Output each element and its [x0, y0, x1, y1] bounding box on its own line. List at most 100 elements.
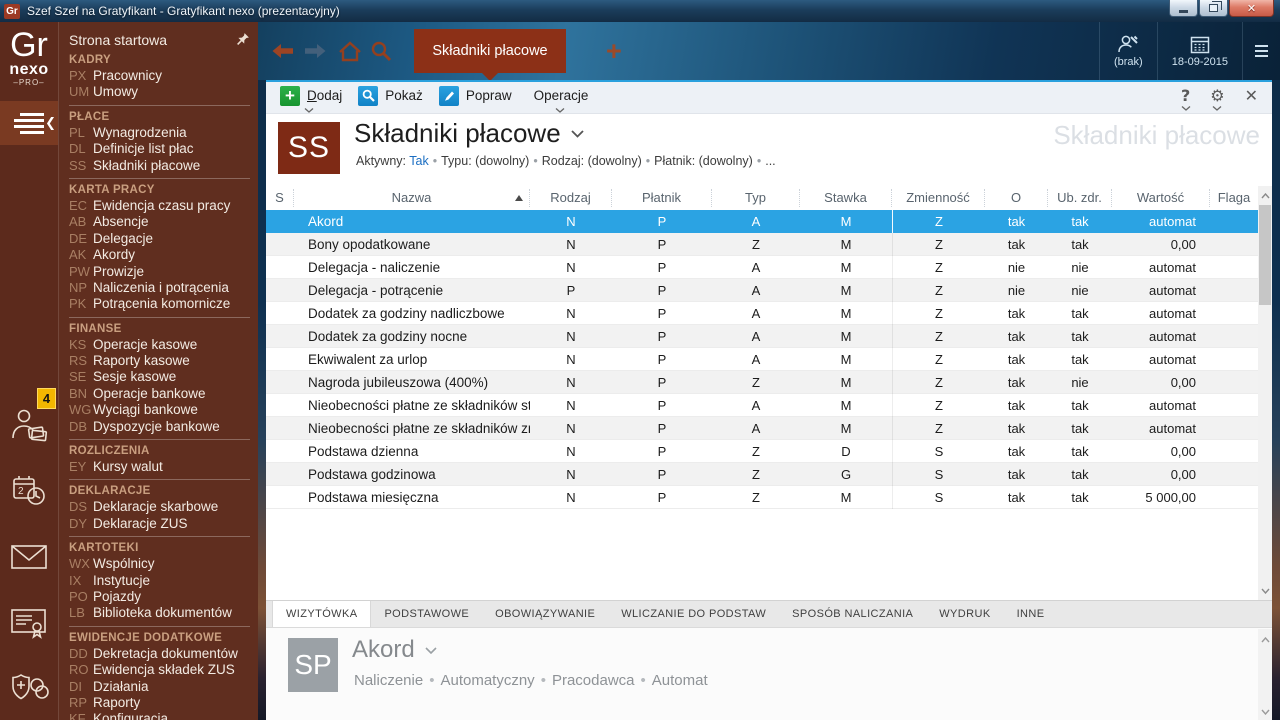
close-view-button[interactable]: ✕ — [1245, 86, 1258, 109]
column-header-typ[interactable]: Typ — [712, 189, 800, 207]
popraw-button[interactable]: Popraw — [433, 82, 522, 114]
column-header-o[interactable]: O — [985, 189, 1048, 207]
filter-value[interactable]: Tak — [409, 154, 428, 168]
sidebar-item-delegacje[interactable]: DE Delegacje — [69, 231, 250, 247]
detail-scroll-down-icon[interactable] — [1258, 704, 1272, 719]
menu-collapse-button[interactable]: ❮ — [0, 101, 58, 145]
sidebar-item-dzia-ania[interactable]: DI Działania — [69, 679, 250, 695]
sidebar-item-kursy-walut[interactable]: EY Kursy walut — [69, 459, 250, 475]
table-row-dodatek-za-godziny-nadliczbowe[interactable]: Dodatek za godziny nadliczbowe N P A M Ztak ta… — [266, 301, 1258, 325]
column-header-wartosc[interactable]: Wartość — [1112, 189, 1210, 207]
help-button[interactable]: ? — [1181, 86, 1190, 111]
table-row-delegacja-naliczenie[interactable]: Delegacja - naliczenie N P A M Znie nie automat — [266, 255, 1258, 279]
sidebar-item-home[interactable]: Strona startowa — [69, 29, 250, 50]
sidebar-item-dekretacja-dokumentow[interactable]: DD Dekretacja dokumentów — [69, 646, 250, 662]
detail-chevron-icon[interactable] — [425, 646, 437, 654]
title-chevron-icon[interactable] — [571, 129, 584, 138]
column-header-zmiennosc[interactable]: Zmienność — [892, 189, 985, 207]
sidebar-item-wspolnicy[interactable]: WX Wspólnicy — [69, 556, 250, 572]
detail-scrollbar[interactable] — [1258, 629, 1272, 720]
sidebar-item-operacje-kasowe[interactable]: KS Operacje kasowe — [69, 337, 250, 353]
tab-wydruk[interactable]: WYDRUK — [926, 601, 1003, 627]
sidebar-item-operacje-bankowe[interactable]: BN Operacje bankowe — [69, 386, 250, 402]
sidebar-item-naliczenia-i-potra-cenia[interactable]: NP Naliczenia i potrącenia — [69, 280, 250, 296]
app-menu-button[interactable] — [1242, 22, 1280, 80]
tab-skladniki-placowe[interactable]: Składniki płacowe — [414, 29, 566, 81]
home-button[interactable] — [338, 40, 362, 62]
sidebar-item-sesje-kasowe[interactable]: SE Sesje kasowe — [69, 369, 250, 385]
table-row-podstawa-godzinowa[interactable]: Podstawa godzinowa N P Z G Stak tak 0,00 — [266, 462, 1258, 486]
table-row-bony-opodatkowane[interactable]: Bony opodatkowane N P Z M Ztak tak 0,00 — [266, 232, 1258, 256]
column-header-nazwa[interactable]: Nazwa — [294, 189, 530, 207]
sidebar-item-absencje[interactable]: AB Absencje — [69, 214, 250, 230]
tab-inne[interactable]: INNE — [1004, 601, 1058, 627]
sidebar-item-potra-cenia-komornicze[interactable]: PK Potrącenia komornicze — [69, 296, 250, 312]
table-row-dodatek-za-godziny-nocne[interactable]: Dodatek za godziny nocne N P A M Ztak tak autom… — [266, 324, 1258, 348]
sidebar-item-umowy[interactable]: UM Umowy — [69, 84, 250, 100]
table-row-podstawa-miesie-czna[interactable]: Podstawa miesięczna N P Z M Stak tak 5 000,00 — [266, 485, 1258, 509]
scroll-down-icon[interactable] — [1258, 583, 1272, 598]
table-row-nieobecnosci-p-atne-ze-sk-adnikow-zmie[interactable]: Nieobecności płatne ze składników zmie..… — [266, 416, 1258, 440]
column-header-ub-zdr[interactable]: Ub. zdr. — [1048, 189, 1112, 207]
column-header-stawka[interactable]: Stawka — [800, 189, 892, 207]
dodaj-button[interactable]: + Dodaj — [274, 82, 352, 114]
close-button[interactable]: ✕ — [1229, 0, 1274, 17]
declarations-button[interactable] — [0, 590, 58, 656]
sidebar-item-instytucje[interactable]: IX Instytucje — [69, 573, 250, 589]
column-header-p-atnik[interactable]: Płatnik — [612, 189, 712, 207]
sidebar-item-ewidencja-czasu-pracy[interactable]: EC Ewidencja czasu pracy — [69, 198, 250, 214]
restore-button[interactable] — [1199, 0, 1228, 17]
detail-scroll-up-icon[interactable] — [1258, 632, 1272, 647]
sidebar-item-raporty-kasowe[interactable]: RS Raporty kasowe — [69, 353, 250, 369]
table-row-podstawa-dzienna[interactable]: Podstawa dzienna N P Z D Stak tak 0,00 — [266, 439, 1258, 463]
tab-podstawowe[interactable]: PODSTAWOWE — [371, 601, 482, 627]
table-row-nagroda-jubileuszowa-400[interactable]: Nagroda jubileuszowa (400%) N P Z M Ztak nie 0,… — [266, 370, 1258, 394]
sidebar-item-dyspozycje-bankowe[interactable]: DB Dyspozycje bankowe — [69, 419, 250, 435]
sidebar-item-akordy[interactable]: AK Akordy — [69, 247, 250, 263]
sidebar-item-ewidencja-sk-adek-zus[interactable]: RO Ewidencja składek ZUS — [69, 662, 250, 678]
scroll-up-icon[interactable] — [1258, 188, 1272, 203]
column-header-s[interactable]: S — [266, 189, 294, 207]
column-header-flaga[interactable]: Flaga — [1210, 189, 1258, 207]
tab-sposob-naliczania[interactable]: SPOSÓB NALICZANIA — [779, 601, 926, 627]
mail-button[interactable] — [0, 524, 58, 590]
sidebar-item-deklaracje-skarbowe[interactable]: DS Deklaracje skarbowe — [69, 499, 250, 515]
sidebar-item-konfiguracja[interactable]: KF Konfiguracja — [69, 711, 250, 720]
sidebar-item-biblioteka-dokumentow[interactable]: LB Biblioteka dokumentów — [69, 605, 250, 621]
sidebar-item-wynagrodzenia[interactable]: PL Wynagrodzenia — [69, 125, 250, 141]
pokaz-button[interactable]: Pokaż — [352, 82, 433, 114]
table-row-nieobecnosci-p-atne-ze-sk-adnikow-sta-y[interactable]: Nieobecności płatne ze składników stały.… — [266, 393, 1258, 417]
table-scrollbar[interactable] — [1258, 186, 1272, 600]
sidebar-item-wycia-gi-bankowe[interactable]: WG Wyciągi bankowe — [69, 402, 250, 418]
search-button[interactable] — [370, 40, 392, 62]
minimize-button[interactable] — [1169, 0, 1198, 17]
work-date-button[interactable]: 18-09-2015 — [1156, 22, 1242, 80]
sidebar-item-pracownicy[interactable]: PX Pracownicy — [69, 68, 250, 84]
sidebar-item-definicje-list-p-ac[interactable]: DL Definicje list płac — [69, 141, 250, 157]
column-header-rodzaj[interactable]: Rodzaj — [530, 189, 612, 207]
scrollbar-thumb[interactable] — [1259, 205, 1271, 305]
employees-payroll-button[interactable]: 4 — [0, 388, 58, 458]
sidebar-item-sk-adniki-p-acowe[interactable]: SS Składniki płacowe — [69, 158, 250, 174]
back-button[interactable] — [272, 43, 294, 59]
module-icons: 4 2 — [0, 388, 58, 720]
table-row-akord[interactable]: Akord N P A M Ztak tak automat — [266, 210, 1258, 233]
forward-button[interactable] — [304, 43, 326, 59]
table-row-ekwiwalent-za-urlop[interactable]: Ekwiwalent za urlop N P A M Ztak tak automat — [266, 347, 1258, 371]
tab-wizytowka[interactable]: WIZYTÓWKA — [272, 601, 372, 627]
operacje-button[interactable]: Operacje — [522, 82, 599, 114]
sidebar-item-raporty[interactable]: RP Raporty — [69, 695, 250, 711]
current-user-button[interactable]: (brak) — [1098, 22, 1157, 80]
schedule-clock-button[interactable]: 2 — [0, 458, 58, 524]
sidebar-item-pojazdy[interactable]: PO Pojazdy — [69, 589, 250, 605]
settings-button[interactable]: ⚙ — [1210, 86, 1225, 111]
pin-icon[interactable] — [235, 32, 250, 47]
table-row-delegacja-potra-cenie[interactable]: Delegacja - potrącenie P P A M Znie nie automat — [266, 278, 1258, 302]
sidebar-item-deklaracje-zus[interactable]: DY Deklaracje ZUS — [69, 516, 250, 532]
tab-wliczanie-do-podstaw[interactable]: WLICZANIE DO PODSTAW — [608, 601, 779, 627]
sidebar-item-prowizje[interactable]: PW Prowizje — [69, 264, 250, 280]
new-tab-button[interactable]: + — [606, 38, 622, 65]
insurance-funds-button[interactable] — [0, 656, 58, 720]
tab-obowia-zywanie[interactable]: OBOWIĄZYWANIE — [482, 601, 608, 627]
filter-summary[interactable]: Aktywny: Tak • Typu: (dowolny) • Rodzaj: (do… — [356, 154, 776, 168]
